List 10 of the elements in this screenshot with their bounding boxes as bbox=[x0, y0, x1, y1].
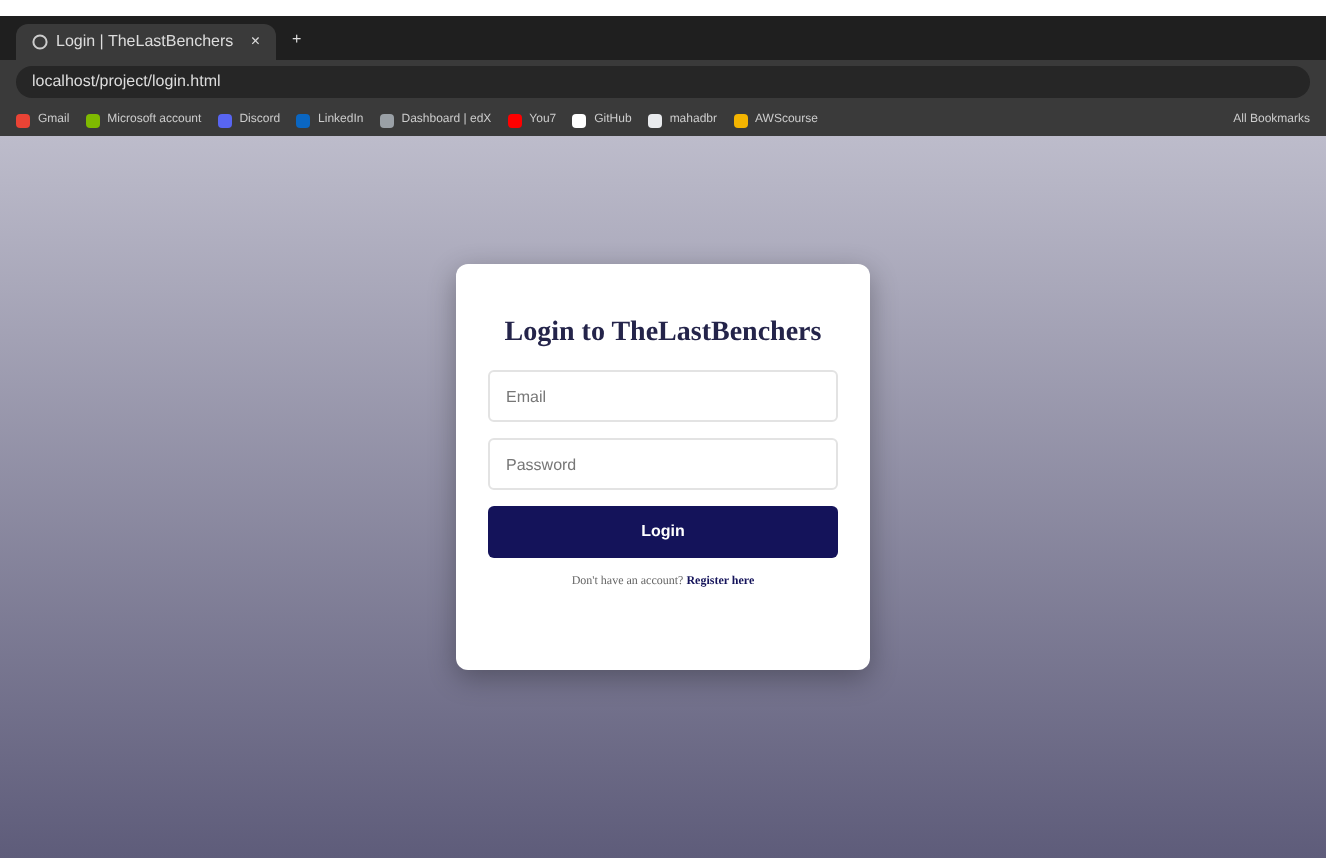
login-button[interactable]: Login bbox=[488, 506, 838, 558]
browser-tab[interactable]: Login | TheLastBenchers × bbox=[16, 24, 276, 60]
email-field[interactable]: Email bbox=[488, 370, 838, 422]
close-icon[interactable]: × bbox=[250, 30, 260, 54]
new-tab-button[interactable]: + bbox=[292, 28, 302, 52]
tab-title: Login | TheLastBenchers bbox=[56, 30, 236, 54]
url-text: localhost/project/login.html bbox=[32, 70, 221, 94]
password-field[interactable]: Password bbox=[488, 438, 838, 490]
login-title: Login to TheLastBenchers bbox=[504, 316, 822, 352]
address-bar[interactable]: localhost/project/login.html bbox=[16, 66, 1310, 98]
